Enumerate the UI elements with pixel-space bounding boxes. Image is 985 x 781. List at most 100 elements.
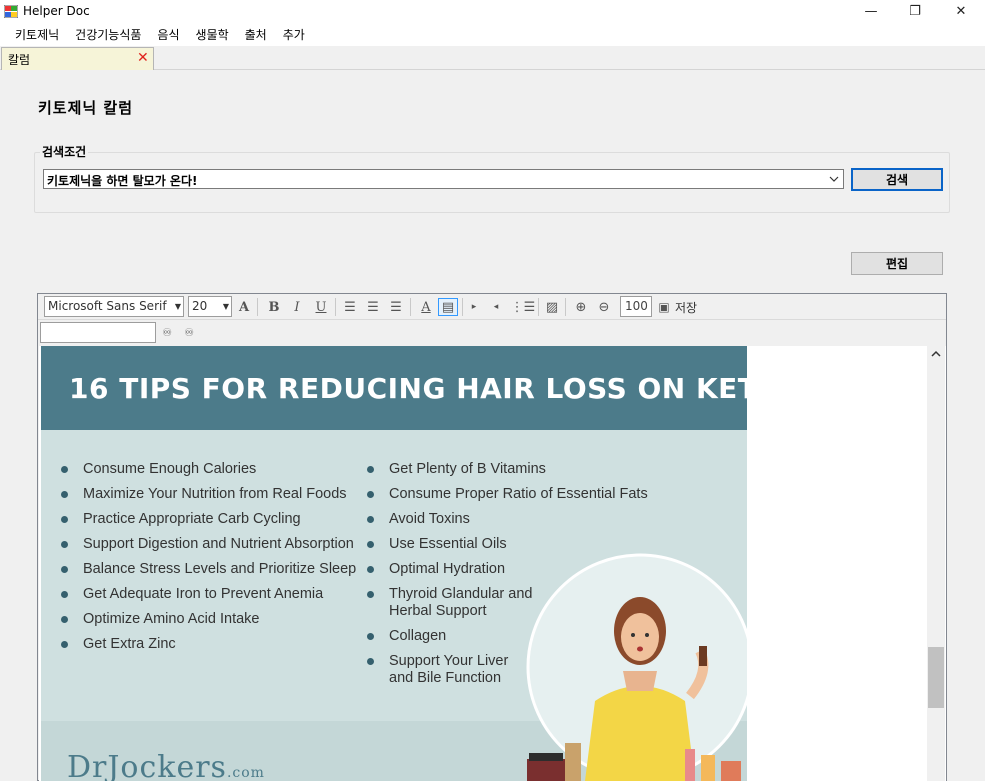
bullet	[61, 466, 68, 473]
menu-add[interactable]: 추가	[275, 23, 313, 46]
dropdown-arrow-icon: ▼	[174, 302, 181, 311]
bullet	[367, 566, 374, 573]
tab-label: 칼럼	[8, 53, 31, 67]
find-toolbar: ♾ ♾	[38, 320, 946, 346]
toolbar-separator	[565, 298, 566, 316]
bullet	[61, 516, 68, 523]
highlight-icon[interactable]: ▤	[438, 298, 458, 316]
menu-sources[interactable]: 출처	[237, 23, 275, 46]
italic-icon[interactable]: I	[287, 298, 307, 316]
tab-close-icon[interactable]: ✕	[137, 51, 149, 65]
insert-image-icon[interactable]: ▨	[542, 298, 562, 316]
editor-toolbar: Microsoft Sans Serif ▼ 20 ▼ A B I U ☰ ☰ …	[38, 294, 946, 320]
search-group-label: 검색조건	[40, 143, 89, 160]
logo-suffix: .com	[226, 765, 265, 781]
tip-item: Get Plenty of B Vitamins	[389, 461, 546, 477]
font-color-icon[interactable]: A	[234, 298, 254, 316]
tip-item: Optimize Amino Acid Intake	[83, 611, 260, 627]
find-icon[interactable]: ♾	[157, 323, 177, 341]
font-family-select[interactable]: Microsoft Sans Serif ▼	[44, 296, 184, 317]
bullet	[61, 591, 68, 598]
close-icon: ✕	[955, 4, 967, 19]
page-title: 키토제닉 칼럼	[38, 99, 134, 117]
find-input[interactable]	[40, 322, 156, 343]
minimize-button[interactable]: —	[848, 0, 894, 23]
menu-bar: 키토제닉 건강기능식품 음식 생물학 출처 추가	[0, 23, 985, 46]
tip-item: Use Essential Oils	[389, 536, 507, 552]
tip-item: Thyroid Glandular and	[389, 586, 533, 602]
search-button[interactable]: 검색	[851, 168, 943, 191]
text-color-icon[interactable]: A	[416, 298, 436, 316]
logo-text: DrJockers	[67, 750, 227, 781]
tip-item: Avoid Toxins	[389, 511, 470, 527]
toolbar-separator	[462, 298, 463, 316]
image-title: 16 TIPS FOR REDUCING HAIR LOSS ON KETO	[69, 372, 747, 405]
tip-item: Maximize Your Nutrition from Real Foods	[83, 486, 347, 502]
image-header: 16 TIPS FOR REDUCING HAIR LOSS ON KETO	[41, 346, 747, 430]
window-title: Helper Doc	[23, 4, 90, 18]
tip-item: Get Adequate Iron to Prevent Anemia	[83, 586, 324, 602]
tip-item-continued: and Bile Function	[389, 670, 502, 686]
font-size-select[interactable]: 20 ▼	[188, 296, 232, 317]
align-left-icon[interactable]: ☰	[340, 298, 360, 316]
align-right-icon[interactable]: ☰	[386, 298, 406, 316]
bullet	[367, 516, 374, 523]
bullet	[61, 491, 68, 498]
underline-icon[interactable]: U	[311, 298, 331, 316]
dropdown-arrow-icon: ▼	[222, 302, 229, 311]
vertical-scrollbar[interactable]	[927, 346, 945, 781]
menu-food[interactable]: 음식	[149, 23, 187, 46]
align-center-icon[interactable]: ☰	[363, 298, 383, 316]
font-size-value: 20	[192, 299, 208, 313]
tip-item: Consume Proper Ratio of Essential Fats	[389, 486, 648, 502]
bold-icon[interactable]: B	[264, 298, 284, 316]
zoom-input[interactable]: 100	[620, 296, 652, 317]
maximize-button[interactable]: ❐	[892, 0, 938, 23]
indent-icon[interactable]: ▸	[464, 298, 484, 316]
bullet	[61, 616, 68, 623]
rich-text-editor: Microsoft Sans Serif ▼ 20 ▼ A B I U ☰ ☰ …	[37, 293, 947, 781]
search-combo[interactable]: 키토제닉을 하면 탈모가 온다!	[43, 169, 844, 189]
zoom-in-icon[interactable]: ⊕	[571, 298, 591, 316]
save-icon[interactable]: ▣	[654, 298, 674, 316]
bullet	[367, 658, 374, 665]
scroll-up-icon[interactable]	[931, 350, 941, 358]
tip-item: Balance Stress Levels and Prioritize Sle…	[83, 561, 357, 577]
bullet	[367, 466, 374, 473]
brand-logo: DrJockers.com	[67, 750, 265, 781]
zoom-out-icon[interactable]: ⊖	[594, 298, 614, 316]
tip-item: Practice Appropriate Carb Cycling	[83, 511, 301, 527]
toolbar-separator	[257, 298, 258, 316]
tip-item-continued: Herbal Support	[389, 603, 487, 619]
title-bar: Helper Doc — ❐ ✕	[0, 0, 985, 23]
toolbar-separator	[410, 298, 411, 316]
bullet	[61, 641, 68, 648]
search-combo-value: 키토제닉을 하면 탈모가 온다!	[47, 174, 198, 188]
edit-button[interactable]: 편집	[851, 252, 943, 275]
find-next-icon[interactable]: ♾	[179, 323, 199, 341]
bullet	[367, 541, 374, 548]
app-icon	[4, 5, 18, 18]
editor-content[interactable]: 16 TIPS FOR REDUCING HAIR LOSS ON KETO C…	[39, 346, 946, 781]
outdent-icon[interactable]: ◂	[486, 298, 506, 316]
maximize-icon: ❐	[909, 4, 921, 19]
bottles-illustration-icon	[685, 749, 741, 781]
save-label[interactable]: 저장	[675, 299, 697, 316]
article-image: 16 TIPS FOR REDUCING HAIR LOSS ON KETO C…	[41, 346, 747, 781]
bullet-list-icon[interactable]: ⋮☰	[511, 298, 536, 316]
tab-column[interactable]: 칼럼 ✕	[1, 47, 154, 70]
minimize-icon: —	[864, 4, 878, 19]
toolbar-separator	[335, 298, 336, 316]
tab-strip: 칼럼 ✕	[0, 46, 985, 70]
menu-keto[interactable]: 키토제닉	[7, 23, 67, 46]
tip-item: Optimal Hydration	[389, 561, 506, 577]
bullet	[367, 591, 374, 598]
scrollbar-thumb[interactable]	[928, 647, 944, 708]
bullet	[61, 566, 68, 573]
toolbar-separator	[538, 298, 539, 316]
chevron-down-icon[interactable]	[828, 171, 840, 187]
menu-biology[interactable]: 생물학	[188, 23, 237, 46]
close-window-button[interactable]: ✕	[938, 0, 984, 23]
bullet	[367, 491, 374, 498]
menu-supplements[interactable]: 건강기능식품	[67, 23, 149, 46]
